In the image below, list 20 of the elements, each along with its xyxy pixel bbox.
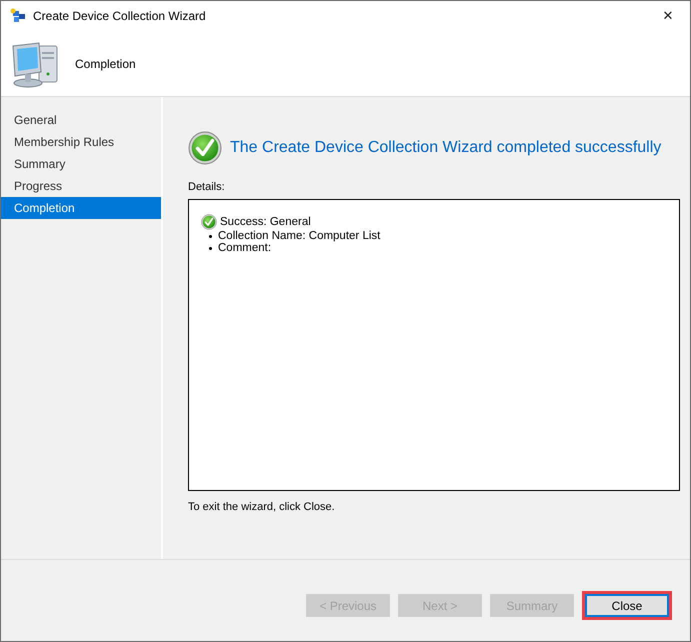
success-check-icon <box>201 214 217 230</box>
details-label: Details: <box>188 181 226 193</box>
success-check-icon <box>188 131 222 165</box>
exit-hint: To exit the wizard, click Close. <box>188 501 336 513</box>
status-text: Success: General <box>220 216 311 228</box>
sidebar-item[interactable]: General <box>1 109 161 131</box>
app-icon <box>9 8 27 24</box>
sidebar-item[interactable]: Completion <box>1 197 161 219</box>
detail-text: Collection Name: Computer List <box>218 230 380 242</box>
close-button[interactable]: ✕ <box>646 1 690 31</box>
window-title: Create Device Collection Wizard <box>33 9 207 23</box>
wizard-button[interactable]: Close <box>585 594 669 617</box>
bullet-icon <box>209 234 212 238</box>
sidebar-item[interactable]: Membership Rules <box>1 131 161 153</box>
detail-text: Comment: <box>218 242 272 254</box>
sidebar-item[interactable]: Summary <box>1 153 161 175</box>
page-title: Completion <box>75 56 136 70</box>
success-heading: The Create Device Collection Wizard completed successfully <box>230 139 662 157</box>
bullet-icon <box>209 246 212 250</box>
sidebar-item[interactable]: Progress <box>1 175 161 197</box>
